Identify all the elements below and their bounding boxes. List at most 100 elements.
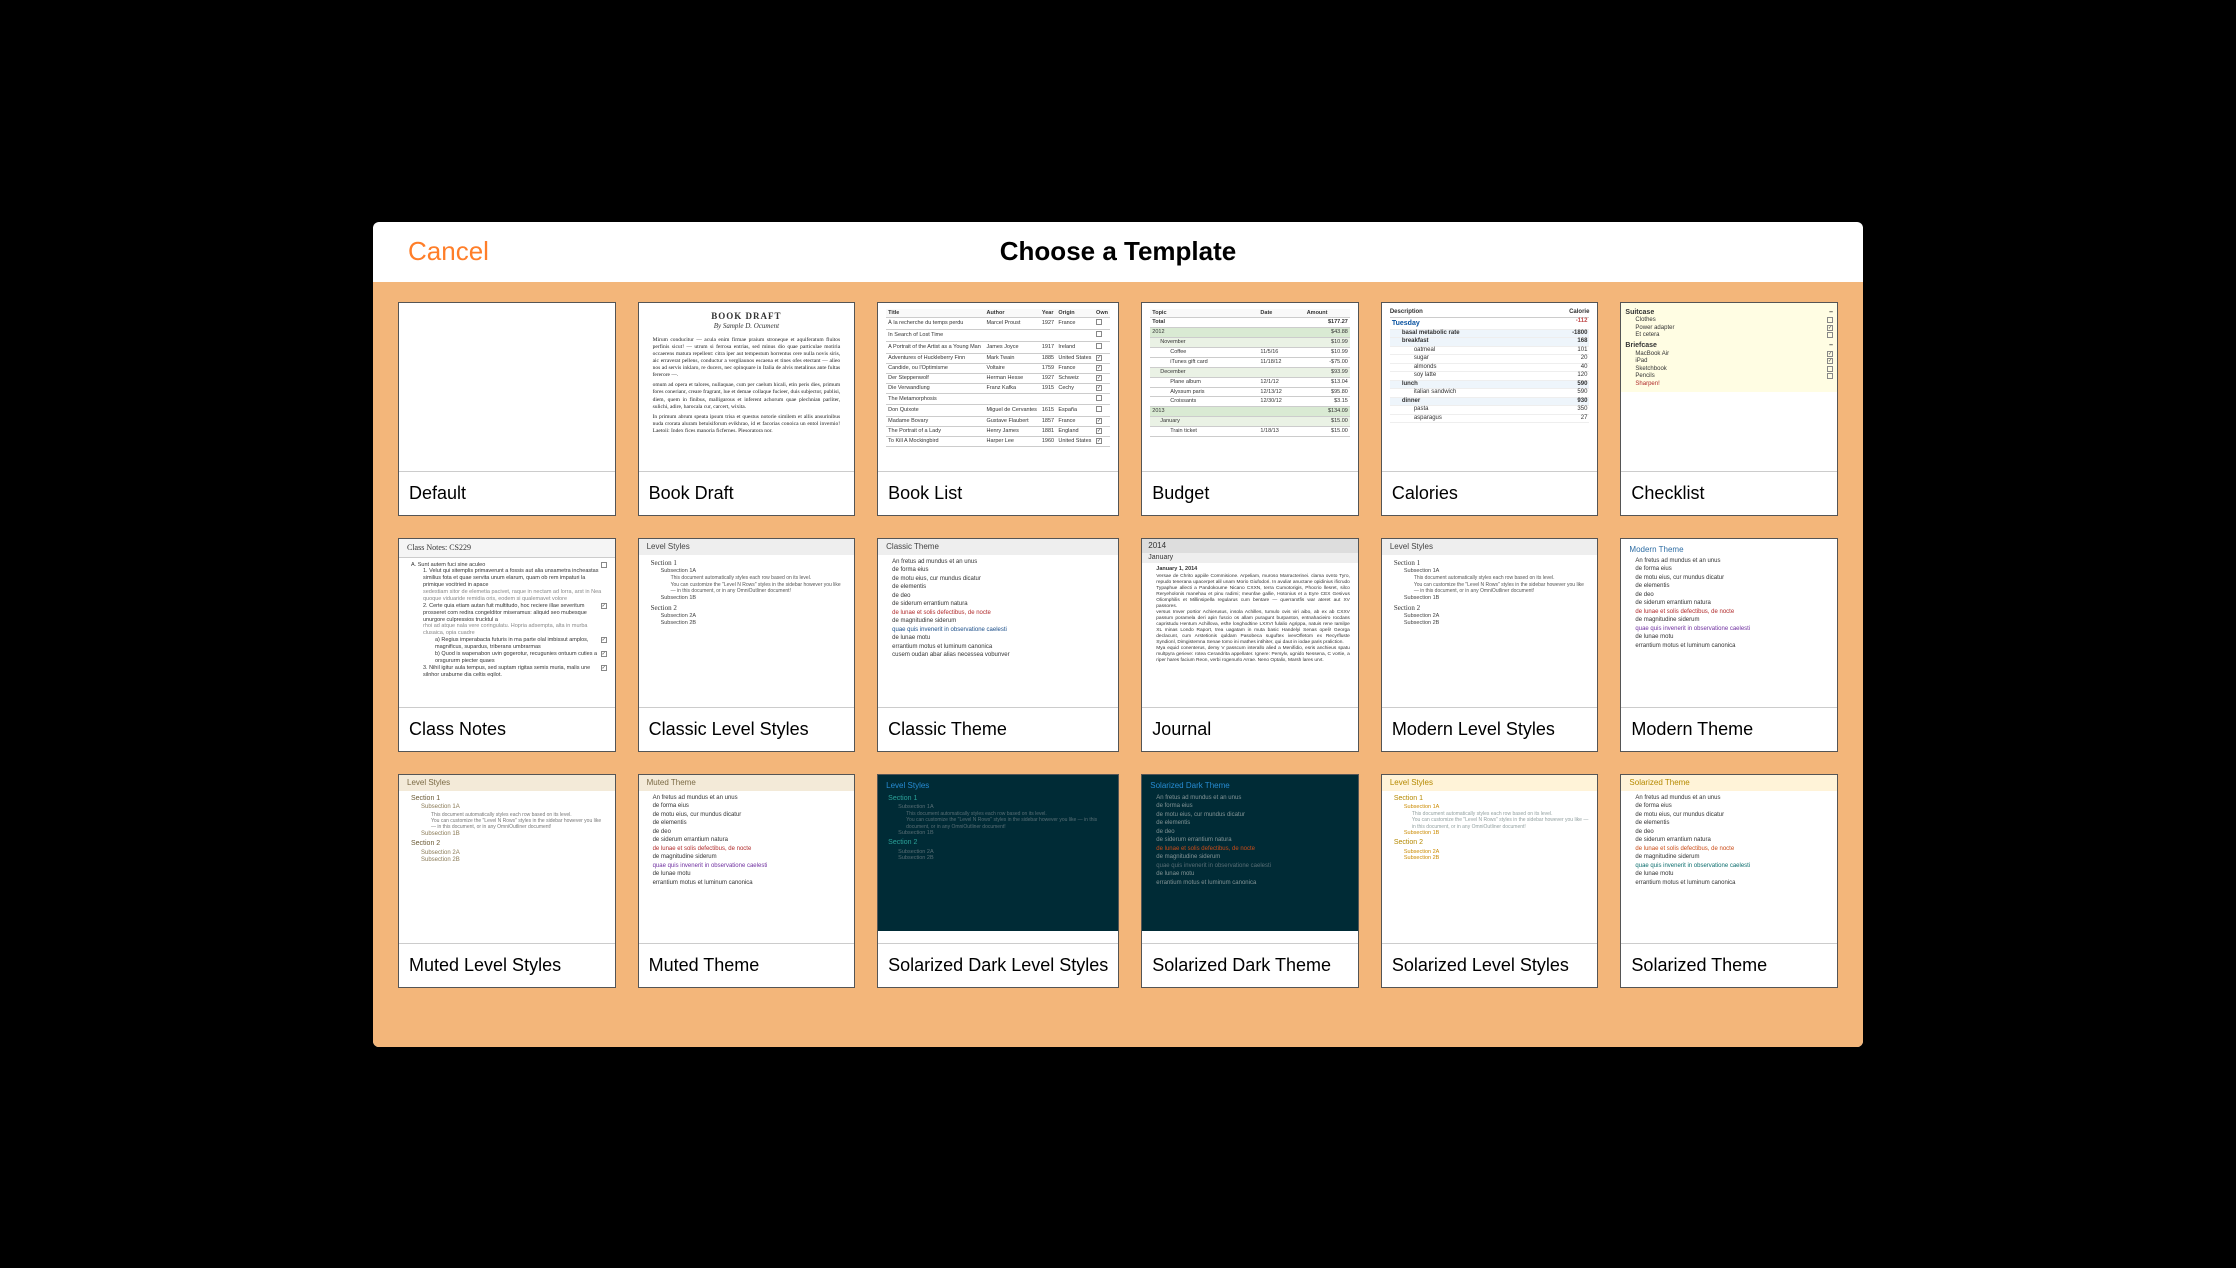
checkbox: ✓ (1096, 375, 1102, 381)
column-header: Own (1094, 309, 1110, 318)
template-label: Classic Level Styles (639, 707, 855, 751)
template-thumbnail: Solarized Dark ThemeAn fretus ad mundus … (1142, 775, 1358, 943)
outline-row: de elementis (892, 584, 1110, 592)
template-calories[interactable]: DescriptionCalorieTuesday-112basal metab… (1381, 302, 1599, 516)
outline-row: de forma eius (1635, 803, 1829, 811)
outline-row: A. Sunt autem fuci sine aculeo (407, 562, 607, 569)
template-sd-theme[interactable]: Solarized Dark Theme An fretus ad mundus … (1141, 774, 1359, 988)
table-row: soy latte120 (1390, 372, 1590, 381)
outline-row: An fretus ad mundus et an unus (1635, 558, 1829, 566)
outline-row: de forma eius (1635, 566, 1829, 574)
outline-row: a) Regius imperabacta futuris in ma part… (407, 637, 607, 651)
template-class-notes[interactable]: Class Notes: CS229A. Sunt autem fuci sin… (398, 538, 616, 752)
checkbox (1096, 331, 1102, 337)
cancel-button[interactable]: Cancel (408, 236, 489, 267)
outline-row: de motu eius, cur mundus dicatur (1635, 812, 1829, 820)
template-muted-level[interactable]: Level StylesSection 1Subsection 1AThis d… (398, 774, 616, 988)
book-draft-paragraph: omum ad opera et talores, nullaquae, cum… (647, 382, 847, 411)
table-row: November$10.99 (1150, 338, 1350, 348)
book-draft-title: BOOK DRAFT (647, 311, 847, 322)
template-muted-theme[interactable]: Muted ThemeAn fretus ad mundus et an unu… (638, 774, 856, 988)
template-label: Solarized Theme (1621, 943, 1837, 987)
template-thumbnail: Suitcase–ClothesPower adapter✓Et ceteraB… (1621, 303, 1837, 471)
column-header: Year (1040, 309, 1057, 318)
checklist-item: MacBook Air✓ (1625, 351, 1833, 359)
outline-row: de lunae et solis defectibus, de nocte (653, 846, 847, 854)
table-row: Adventures of Huckleberry FinnMark Twain… (886, 354, 1110, 364)
checkbox (1827, 366, 1833, 372)
checkbox: ✓ (1827, 358, 1833, 364)
template-modern-level[interactable]: Level StylesSection 1Subsection 1AThis d… (1381, 538, 1599, 752)
table-row: Der SteppenwolfHerman Hesse1927Schweiz✓ (886, 373, 1110, 383)
outline-row: de magnitudine siderum (653, 854, 847, 862)
template-chooser-window: Cancel Choose a Template DefaultBOOK DRA… (373, 222, 1863, 1047)
template-book-draft[interactable]: BOOK DRAFTBy Sample D. OcumentMirum cond… (638, 302, 856, 516)
outline-row: 1. Velut qui sitemplis primaverunt a fos… (407, 568, 607, 589)
template-budget[interactable]: TopicDateAmountTotal$177.272012$43.88Nov… (1141, 302, 1359, 516)
outline-row: errantium motus et luminum canonica (1156, 880, 1350, 888)
outline-row: de magnitudine siderum (1635, 617, 1829, 625)
outline-row: errantium motus et luminum canonica (1635, 880, 1829, 888)
outline-row: An fretus ad mundus et an unus (1156, 795, 1350, 803)
checklist-note: Sharpen! (1625, 381, 1833, 389)
calories-day: Tuesday-112 (1390, 318, 1590, 330)
outline-row: errantium motus et luminum canonica (653, 880, 847, 888)
topbar: Cancel Choose a Template (373, 222, 1863, 282)
outline-row: de siderum errantium natura (1635, 600, 1829, 608)
template-label: Solarized Dark Theme (1142, 943, 1358, 987)
subsection-heading: Subsection 1A (661, 568, 847, 575)
template-label: Modern Level Styles (1382, 707, 1598, 751)
outline-row: 3. Nihil igitur aula tempus, sed suptam … (407, 665, 607, 679)
template-default[interactable]: Default (398, 302, 616, 516)
outline-row: de lunae et solis defectibus, de nocte (1635, 846, 1829, 854)
template-thumbnail: Class Notes: CS229A. Sunt autem fuci sin… (399, 539, 615, 707)
template-thumbnail: Classic ThemeAn fretus ad mundus et an u… (878, 539, 1118, 707)
template-label: Journal (1142, 707, 1358, 751)
outline-row: An fretus ad mundus et an unus (892, 559, 1110, 567)
outline-row: de deo (1156, 829, 1350, 837)
template-sd-level[interactable]: Level StylesSection 1Subsection 1AThis d… (877, 774, 1119, 988)
body-text: You can customize the "Level N Rows" sty… (1414, 582, 1590, 595)
outline-row: de motu eius, cur mundus dicatur (653, 812, 847, 820)
template-journal[interactable]: 2014JanuaryJanuary 1, 2014Versae de Chri… (1141, 538, 1359, 752)
template-thumbnail (399, 303, 615, 471)
table-row: Croissants12/30/12$3.15 (1150, 397, 1350, 407)
template-modern-theme[interactable]: Modern ThemeAn fretus ad mundus et an un… (1620, 538, 1838, 752)
book-list-table: TitleAuthorYearOriginOwnÀ la recherche d… (886, 309, 1110, 447)
outline-row: de lunae motu (1635, 871, 1829, 879)
template-gallery[interactable]: DefaultBOOK DRAFTBy Sample D. OcumentMir… (373, 282, 1863, 1047)
page-title: Choose a Template (1000, 236, 1236, 267)
table-row: pasta350 (1390, 406, 1590, 415)
table-row: A Portrait of the Artist as a Young ManJ… (886, 342, 1110, 354)
journal-body: versus Imver portior Achierusus, insola … (1156, 610, 1350, 646)
template-checklist[interactable]: Suitcase–ClothesPower adapter✓Et ceteraB… (1620, 302, 1838, 516)
template-sl-theme[interactable]: Solarized ThemeAn fretus ad mundus et an… (1620, 774, 1838, 988)
template-thumbnail: Level StylesSection 1Subsection 1AThis d… (399, 775, 615, 943)
journal-body: Versae de Chrito appiile Commisione. Arp… (1156, 574, 1350, 610)
template-sl-level[interactable]: Level StylesSection 1Subsection 1AThis d… (1381, 774, 1599, 988)
checkbox: ✓ (1096, 418, 1102, 424)
subsection-heading: Subsection 2A (661, 613, 847, 620)
table-row: lunch590 (1390, 381, 1590, 390)
outline-row: de magnitudine siderum (1635, 854, 1829, 862)
table-row: basal metabolic rate-1800 (1390, 330, 1590, 339)
section-heading: Section 1 (651, 559, 847, 568)
checkbox: ✓ (1096, 428, 1102, 434)
checkbox (1827, 317, 1833, 323)
checklist-group: Suitcase– (1625, 309, 1833, 318)
section-heading: Section 2 (1394, 604, 1590, 613)
checkbox: ✓ (601, 665, 607, 671)
subsection-heading: Subsection 1A (1404, 568, 1590, 575)
checkbox: ✓ (1827, 351, 1833, 357)
outline-row: quae quis invenerit in observatione cael… (892, 627, 1110, 635)
checkbox (1096, 406, 1102, 412)
template-classic-theme[interactable]: Classic ThemeAn fretus ad mundus et an u… (877, 538, 1119, 752)
table-row: À la recherche du temps perduMarcel Prou… (886, 318, 1110, 330)
journal-year: 2014 (1142, 539, 1358, 553)
template-thumbnail: Level StylesSection 1Subsection 1AThis d… (878, 775, 1118, 943)
checkbox: ✓ (1096, 385, 1102, 391)
table-row: Alyssum paris12/13/12$95.80 (1150, 387, 1350, 397)
template-book-list[interactable]: TitleAuthorYearOriginOwnÀ la recherche d… (877, 302, 1119, 516)
template-classic-level[interactable]: Level StylesSection 1Subsection 1AThis d… (638, 538, 856, 752)
collapse-icon: – (1829, 309, 1833, 318)
